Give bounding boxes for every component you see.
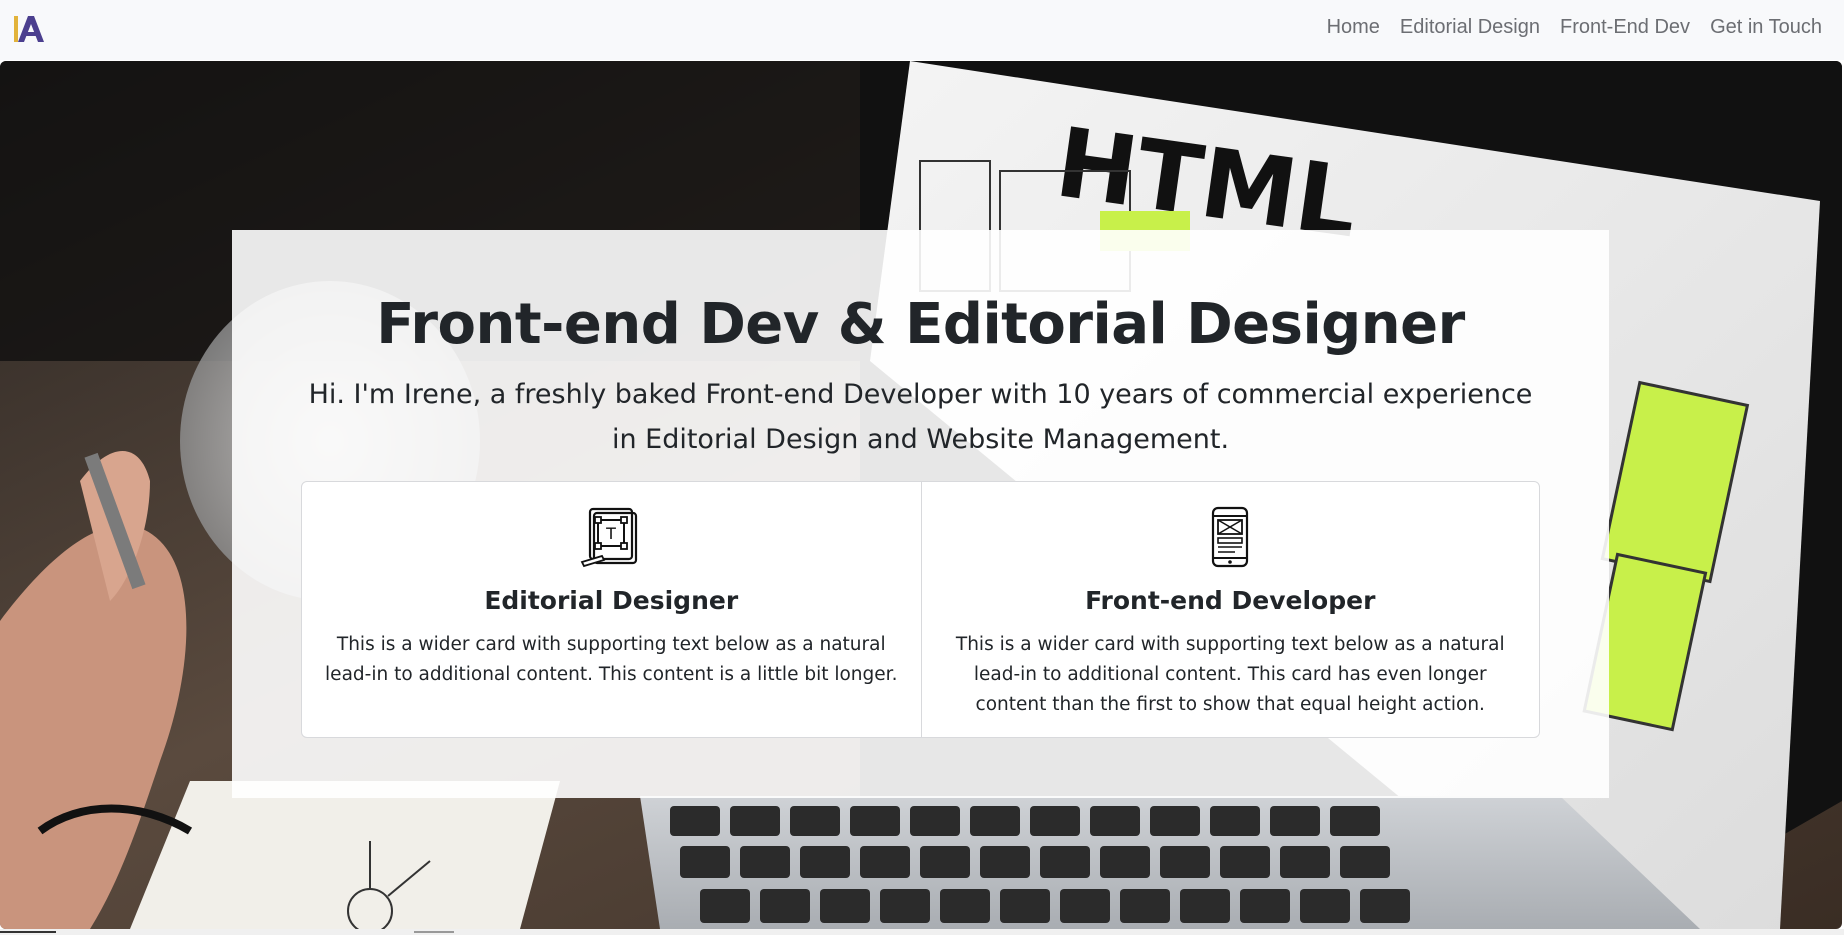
page-title: Front-end Dev & Editorial Designer [376, 292, 1465, 357]
scrollbar-marker [0, 931, 56, 933]
mobile-wireframe-icon [1212, 506, 1249, 568]
card-group: T Editorial Designer This is a wider car… [301, 481, 1540, 738]
typography-document-icon: T [580, 507, 638, 568]
nav-link-front-end-dev[interactable]: Front-End Dev [1560, 16, 1690, 39]
hero-panel: Front-end Dev & Editorial Designer Hi. I… [232, 230, 1609, 798]
logo-icon[interactable] [14, 14, 46, 46]
bottom-scrollbar [0, 929, 1844, 935]
scrollbar-marker [414, 931, 454, 933]
card-title: Editorial Designer [484, 586, 739, 615]
intro-text: Hi. I'm Irene, a freshly baked Front-end… [308, 379, 1533, 455]
card-front-end-developer: Front-end Developer This is a wider card… [920, 482, 1540, 737]
card-title: Front-end Developer [1085, 586, 1376, 615]
nav-links: Home Editorial Design Front-End Dev Get … [1327, 0, 1822, 54]
nav-link-get-in-touch[interactable]: Get in Touch [1710, 16, 1822, 39]
svg-text:T: T [605, 524, 616, 543]
card-editorial-designer: T Editorial Designer This is a wider car… [302, 482, 921, 737]
navbar: Home Editorial Design Front-End Dev Get … [0, 0, 1844, 60]
card-text: This is a wider card with supporting tex… [325, 634, 898, 685]
nav-link-editorial-design[interactable]: Editorial Design [1400, 16, 1540, 39]
hero-section: HTML Front-end Dev & Editorial Designer … [0, 61, 1842, 929]
card-text: This is a wider card with supporting tex… [955, 634, 1505, 715]
nav-link-home[interactable]: Home [1327, 16, 1380, 39]
